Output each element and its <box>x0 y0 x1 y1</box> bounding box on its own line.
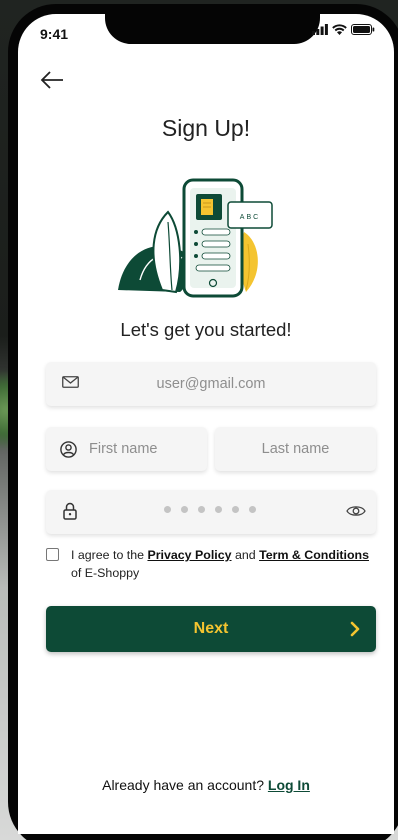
agree-checkbox[interactable] <box>46 548 59 561</box>
last-name-field[interactable]: Last name <box>215 427 376 471</box>
login-prompt-text: Already have an account? <box>102 777 268 793</box>
page-subtitle: Let's get you started! <box>120 319 292 340</box>
next-button-label: Next <box>193 620 229 637</box>
wifi-icon <box>332 24 347 35</box>
page-title: Sign Up! <box>161 115 251 141</box>
user-circle-icon <box>60 440 77 458</box>
illustration-card-text: ABC <box>240 214 260 221</box>
chevron-right-icon <box>350 621 360 637</box>
password-dot <box>198 506 205 513</box>
login-link[interactable]: Log In <box>268 777 310 793</box>
email-placeholder: user@gmail.com <box>156 376 266 392</box>
terms-conditions-link[interactable]: Term & Conditions <box>259 548 369 562</box>
agreement-suffix: of E-Shoppy <box>71 566 140 580</box>
eye-icon[interactable] <box>346 504 366 518</box>
first-name-placeholder: First name <box>89 441 158 457</box>
password-dot <box>164 506 171 513</box>
arrow-left-icon <box>40 71 63 89</box>
agreement-middle: and <box>231 548 260 562</box>
agreement-prefix: I agree to the <box>71 548 148 562</box>
first-name-field[interactable]: First name <box>46 427 207 471</box>
agreement-text: I agree to the Privacy Policy and Term &… <box>71 546 381 582</box>
password-dot <box>249 506 256 513</box>
phone-notch <box>105 4 320 44</box>
email-field[interactable]: user@gmail.com <box>46 362 376 406</box>
battery-icon <box>351 24 375 35</box>
password-dot <box>181 506 188 513</box>
password-mask <box>164 506 256 513</box>
last-name-placeholder: Last name <box>261 441 330 457</box>
login-prompt: Already have an account? Log In <box>18 777 394 793</box>
privacy-policy-link[interactable]: Privacy Policy <box>147 548 231 562</box>
password-dot <box>215 506 222 513</box>
lock-icon <box>63 502 77 520</box>
status-icons <box>312 24 375 35</box>
next-button[interactable]: Next <box>46 606 376 652</box>
signal-icon <box>312 24 328 35</box>
signup-illustration: ABC <box>118 178 273 298</box>
status-time: 9:41 <box>40 26 69 42</box>
password-dot <box>232 506 239 513</box>
password-field[interactable] <box>46 490 376 534</box>
stage: 9:41 Sign Up! ABC Let's get you started!… <box>0 0 398 840</box>
back-button[interactable] <box>38 66 66 94</box>
